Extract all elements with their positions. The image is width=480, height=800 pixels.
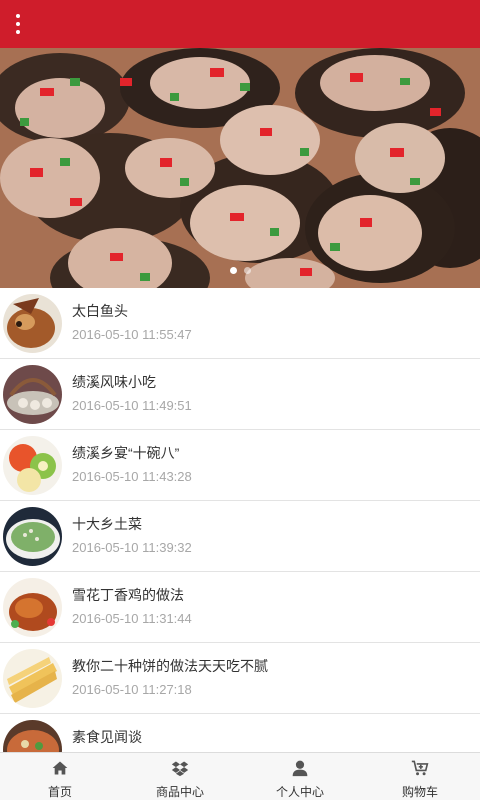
article-title: 雪花丁香鸡的做法	[72, 587, 184, 603]
user-icon	[292, 760, 308, 777]
list-item[interactable]: 绩溪风味小吃 2016-05-10 11:49:51	[0, 359, 480, 430]
article-title: 太白鱼头	[72, 303, 128, 319]
nav-label: 商品中心	[155, 785, 204, 799]
article-title: 绩溪乡宴“十碗八”	[72, 445, 180, 461]
thumbnail	[3, 294, 62, 353]
thumbnail	[3, 507, 62, 566]
article-date: 2016-05-10 11:55:47	[72, 327, 192, 342]
cart-icon	[411, 760, 429, 776]
thumbnail	[3, 720, 62, 752]
thumbnail	[3, 365, 62, 424]
list-item[interactable]: 太白鱼头 2016-05-10 11:55:47	[0, 288, 480, 359]
thumbnail	[3, 578, 62, 637]
article-list: 太白鱼头 2016-05-10 11:55:47 绩溪风味小吃 2016-05-…	[0, 288, 480, 752]
list-item[interactable]: 绩溪乡宴“十碗八” 2016-05-10 11:43:28	[0, 430, 480, 501]
article-date: 2016-05-10 11:49:51	[72, 398, 192, 413]
nav-profile[interactable]: 个人中心	[240, 753, 360, 800]
thumbnail	[3, 649, 62, 708]
article-date: 2016-05-10 11:39:32	[72, 540, 192, 555]
article-date: 2016-05-10 11:43:28	[72, 469, 192, 484]
nav-products[interactable]: 商品中心	[120, 753, 240, 800]
top-bar	[0, 0, 480, 48]
nav-label: 个人中心	[275, 785, 324, 799]
article-date: 2016-05-10 11:31:44	[72, 611, 192, 626]
article-title: 教你二十种饼的做法天天吃不腻	[72, 658, 268, 674]
article-title: 绩溪风味小吃	[72, 374, 156, 390]
article-date: 2016-05-10 11:27:18	[72, 682, 192, 697]
nav-label: 首页	[47, 785, 72, 799]
list-item[interactable]: 雪花丁香鸡的做法 2016-05-10 11:31:44	[0, 572, 480, 643]
list-item[interactable]: 教你二十种饼的做法天天吃不腻 2016-05-10 11:27:18	[0, 643, 480, 714]
nav-label: 购物车	[401, 785, 438, 799]
home-icon	[52, 761, 68, 775]
carousel-dot[interactable]	[243, 267, 251, 274]
more-vertical-icon[interactable]	[8, 10, 28, 38]
article-title: 十大乡土菜	[72, 516, 142, 532]
list-item[interactable]: 十大乡土菜 2016-05-10 11:39:32	[0, 501, 480, 572]
carousel-dot-active[interactable]	[229, 267, 237, 274]
carousel-indicators	[0, 267, 480, 274]
dropbox-icon	[171, 761, 189, 777]
bottom-navigation: 首页 商品中心 个人中心 购物车	[0, 752, 480, 800]
thumbnail	[3, 436, 62, 495]
banner-carousel[interactable]	[0, 48, 480, 288]
list-item[interactable]: 素食见闻谈	[0, 714, 480, 752]
nav-cart[interactable]: 购物车	[360, 753, 480, 800]
article-title: 素食见闻谈	[72, 729, 142, 745]
nav-home[interactable]: 首页	[0, 753, 120, 800]
banner-image	[0, 48, 480, 288]
